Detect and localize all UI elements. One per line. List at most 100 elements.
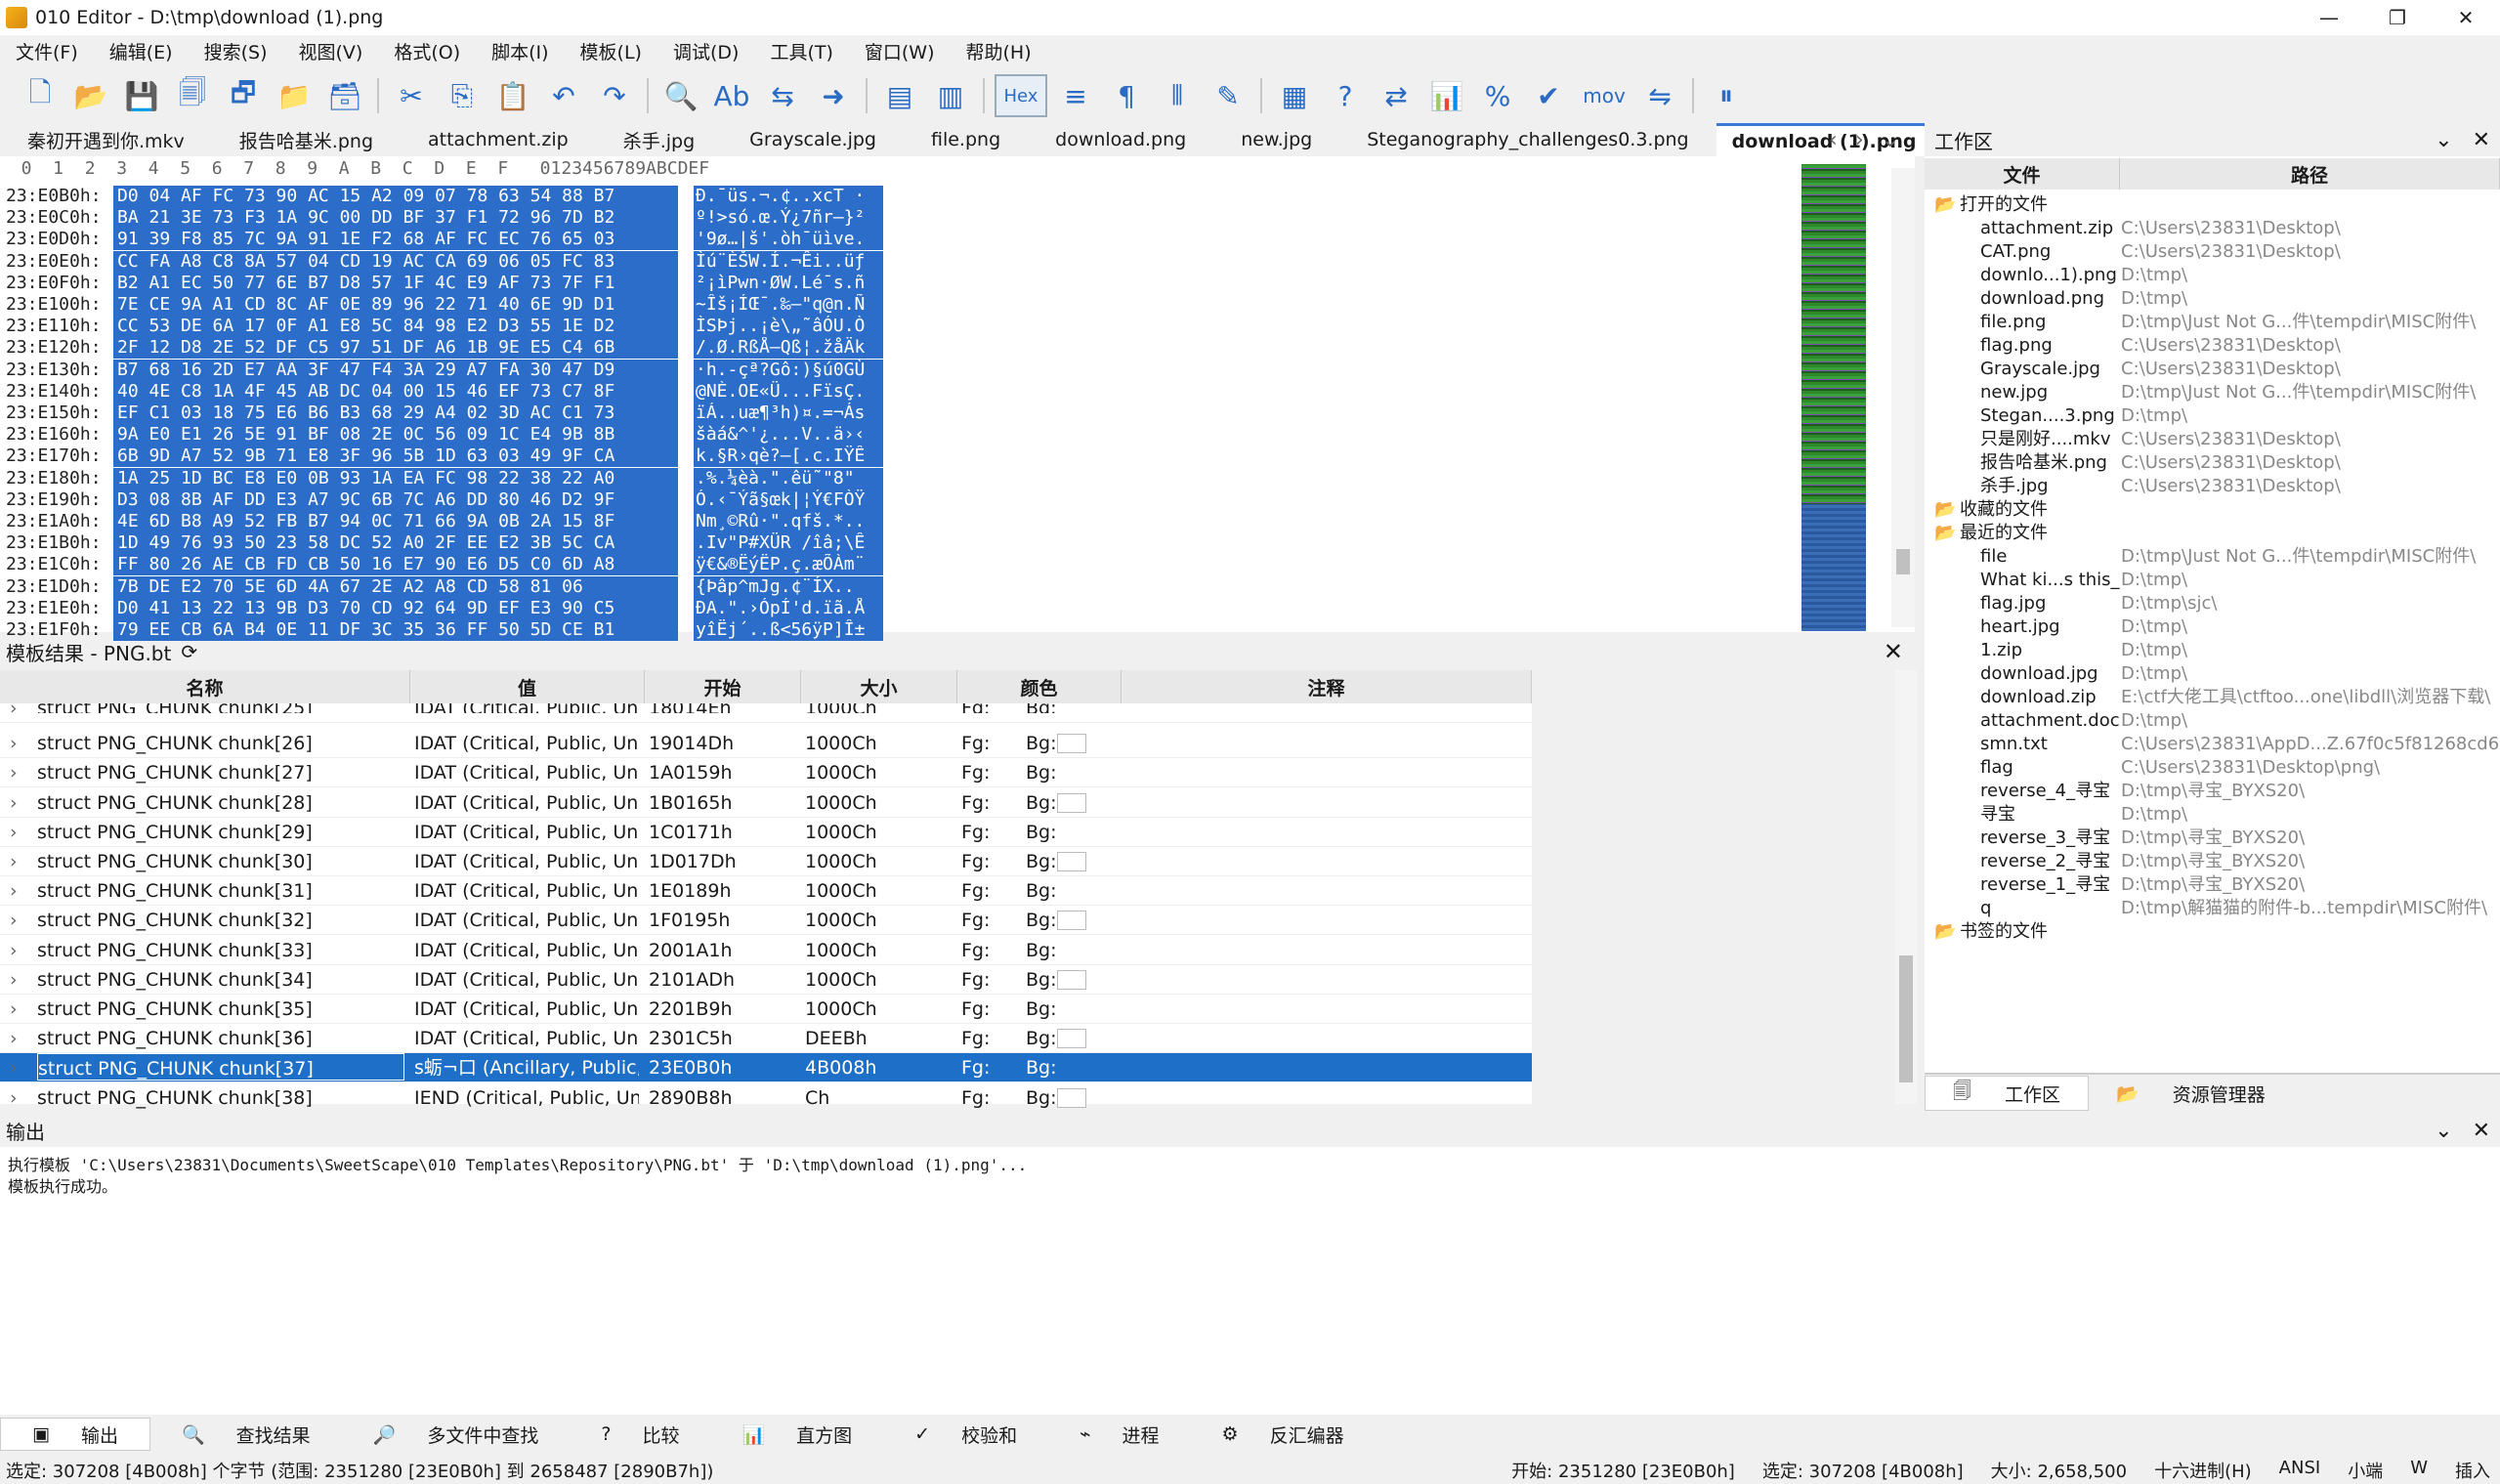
- hex-bytes[interactable]: 1D 49 76 93 50 23 58 DC 52 A0 2F EE E2 3…: [113, 532, 678, 555]
- status-mode[interactable]: 十六进制(H): [2154, 1458, 2252, 1483]
- refresh-icon[interactable]: ⟳: [181, 640, 197, 663]
- workspace-file-item[interactable]: downlo...1).png D:\tmp\: [1925, 264, 2500, 287]
- bg-color-swatch[interactable]: [1057, 911, 1086, 931]
- menu-item[interactable]: 工具(T): [754, 38, 848, 64]
- tab-file[interactable]: 秦初开遇到你.mkv: [0, 123, 212, 156]
- template-row[interactable]: › struct PNG_CHUNK chunk[27] IDAT (Critica…: [0, 758, 1532, 788]
- workspace-file-item[interactable]: smn.txt C:\Users\23831\AppD...Z.67f0c5f81…: [1925, 733, 2500, 756]
- expand-chevron-icon[interactable]: ›: [10, 906, 18, 935]
- workspace-file-item[interactable]: flag.png C:\Users\23831\Desktop\: [1925, 334, 2500, 358]
- tab-workspace[interactable]: 🗐 工作区: [1925, 1076, 2090, 1111]
- bottom-tab[interactable]: ▣ 输出: [0, 1418, 150, 1451]
- bottom-tab[interactable]: ⌁ 进程: [1048, 1418, 1190, 1451]
- tab-file[interactable]: Steganography_challenges0.3.png: [1339, 123, 1716, 156]
- hex-bytes[interactable]: 7E CE 9A A1 CD 8C AF 0E 89 96 22 71 40 6…: [113, 294, 678, 316]
- calculator-icon[interactable]: ▦: [1272, 73, 1317, 118]
- save-icon[interactable]: 💾: [119, 73, 164, 118]
- expand-chevron-icon[interactable]: ›: [10, 818, 18, 847]
- workspace-file-item[interactable]: attachment.zip C:\Users\23831\Desktop\: [1925, 217, 2500, 240]
- hex-ascii[interactable]: @NÈ.OE«Ü...FïsÇ.: [694, 380, 883, 403]
- tab-next-icon[interactable]: ›: [1855, 128, 1864, 152]
- tab-file[interactable]: download.png: [1028, 123, 1213, 156]
- hex-bytes[interactable]: CC FA A8 C8 8A 57 04 CD 19 AC CA 69 06 0…: [113, 250, 678, 273]
- bottom-tab[interactable]: 🔍 查找结果: [150, 1418, 342, 1451]
- hex-ascii[interactable]: ÌSÞj..¡è\„˜âÓU.Ò: [694, 316, 883, 338]
- workspace-file-item[interactable]: 1.zip D:\tmp\: [1925, 639, 2500, 662]
- expand-chevron-icon[interactable]: ›: [10, 1083, 18, 1113]
- template-row[interactable]: › struct PNG_CHUNK chunk[36] IDAT (Critica…: [0, 1024, 1532, 1054]
- run-script-icon[interactable]: ▤: [877, 73, 922, 118]
- expand-chevron-icon[interactable]: ›: [10, 1024, 18, 1053]
- tab-file[interactable]: new.jpg: [1213, 123, 1339, 156]
- minimize-button[interactable]: —: [2295, 0, 2363, 35]
- hex-bytes[interactable]: 6B 9D A7 52 9B 71 E8 3F 96 5B 1D 63 03 4…: [113, 445, 678, 468]
- workspace-group-open[interactable]: 📂 打开的文件: [1925, 193, 2500, 217]
- hex-ascii[interactable]: ·h.-çª?Gô:)§ú0GÙ: [694, 359, 883, 381]
- hex-ascii[interactable]: Ð.¯üs.¬.¢..xcT ·: [694, 186, 883, 207]
- workspace-file-item[interactable]: file D:\tmp\Just Not G...件\tempdir\MISC附件…: [1925, 545, 2500, 569]
- workspace-file-item[interactable]: CAT.png C:\Users\23831\Desktop\: [1925, 240, 2500, 264]
- workspace-file-item[interactable]: 报告哈基米.png C:\Users\23831\Desktop\: [1925, 451, 2500, 475]
- hex-ascii[interactable]: Ó.‹¯Ýã§œk|¦Ý€FÒŸ: [694, 488, 883, 511]
- text-mode-icon[interactable]: ≡: [1053, 73, 1098, 118]
- hex-ascii[interactable]: ²¡ìPwn·ØW.Lé¯s.ñ: [694, 272, 883, 294]
- hex-scrollbar[interactable]: [1891, 168, 1915, 627]
- template-row[interactable]: › struct PNG_CHUNK chunk[38] IEND (Critica…: [0, 1083, 1532, 1113]
- hex-ascii[interactable]: ïÁ..uæ¶³h)¤.=¬Ás: [694, 403, 883, 424]
- template-row[interactable]: › struct PNG_CHUNK chunk[29] IDAT (Critica…: [0, 818, 1532, 847]
- workspace-menu-icon[interactable]: ⌄: [2435, 128, 2452, 152]
- hex-ascii[interactable]: ÿ€&®ËýËP.ç.æÕÀm¨: [694, 554, 883, 576]
- goto-icon[interactable]: ➜: [811, 73, 856, 118]
- menu-item[interactable]: 文件(F): [0, 38, 94, 64]
- status-encoding[interactable]: ANSI: [2279, 1458, 2321, 1483]
- open-file-icon[interactable]: 📂: [68, 73, 113, 118]
- template-row[interactable]: › struct PNG_CHUNK chunk[33] IDAT (Critica…: [0, 936, 1532, 965]
- hex-bytes[interactable]: B7 68 16 2D E7 AA 3F 47 F4 3A 29 A7 FA 3…: [113, 359, 678, 381]
- menu-item[interactable]: 窗口(W): [849, 38, 951, 64]
- hex-bytes[interactable]: 91 39 F8 85 7C 9A 91 1E F2 68 AF FC EC 7…: [113, 229, 678, 251]
- hex-bytes[interactable]: FF 80 26 AE CB FD CB 50 16 E7 90 E6 D5 C…: [113, 554, 678, 576]
- expand-chevron-icon[interactable]: ›: [10, 995, 18, 1024]
- hex-bytes[interactable]: BA 21 3E 73 F3 1A 9C 00 DD BF 37 F1 72 9…: [113, 207, 678, 230]
- tab-prev-icon[interactable]: ‹: [1829, 128, 1838, 152]
- bg-color-swatch[interactable]: [1057, 792, 1086, 813]
- hex-ascii[interactable]: Ìú¨ÈŠW.Í.¬Êi..üƒ: [694, 250, 883, 273]
- bg-color-swatch[interactable]: [1057, 969, 1086, 990]
- bg-color-swatch[interactable]: [1057, 1029, 1086, 1049]
- expand-chevron-icon[interactable]: ›: [10, 729, 18, 758]
- base-convert-icon[interactable]: ⇋: [1637, 73, 1682, 118]
- menu-item[interactable]: 格式(O): [378, 38, 476, 64]
- expand-chevron-icon[interactable]: ›: [10, 965, 18, 995]
- hex-bytes[interactable]: 4E 6D B8 A9 52 FB B7 94 0C 71 66 9A 0B 2…: [113, 511, 678, 532]
- expand-chevron-icon[interactable]: ›: [10, 703, 18, 713]
- workspace-file-item[interactable]: download.jpg D:\tmp\: [1925, 662, 2500, 686]
- hex-ascii[interactable]: k.§R›qè?–[.c.IŸÊ: [694, 445, 883, 468]
- template-row[interactable]: › struct PNG_CHUNK chunk[28] IDAT (Critica…: [0, 788, 1532, 818]
- new-file-icon[interactable]: 🗋: [18, 73, 63, 118]
- workspace-file-item[interactable]: download.zip E:\ctf大佬工具\ctftoo...one\libd…: [1925, 686, 2500, 709]
- checksum-icon[interactable]: ✔: [1526, 73, 1571, 118]
- template-col-header[interactable]: 大小: [801, 670, 957, 703]
- open-folder-icon[interactable]: 📁: [272, 73, 317, 118]
- mov-button[interactable]: mov: [1577, 73, 1631, 118]
- tab-file[interactable]: 杀手.jpg: [596, 123, 722, 156]
- template-col-header[interactable]: 名称: [0, 670, 410, 703]
- template-col-header[interactable]: 开始: [645, 670, 801, 703]
- bottom-tab[interactable]: ⚙ 反汇编器: [1191, 1418, 1376, 1451]
- workspace-file-item[interactable]: 只是刚好....mkv C:\Users\23831\Desktop\: [1925, 428, 2500, 451]
- menu-item[interactable]: 帮助(H): [951, 38, 1047, 64]
- template-scrollbar[interactable]: [1895, 670, 1917, 1104]
- redo-icon[interactable]: ↷: [592, 73, 637, 118]
- ws-col-file[interactable]: 文件: [1925, 158, 2120, 190]
- workspace-file-item[interactable]: q D:\tmp\解猫猫的附件-b...tempdir\MISC附件\: [1925, 897, 2500, 920]
- find-icon[interactable]: 🔍: [658, 73, 703, 118]
- cut-icon[interactable]: ✂: [389, 73, 434, 118]
- hex-ascii[interactable]: Nm¸©Rû·".qfš.*..: [694, 511, 883, 532]
- tab-file[interactable]: attachment.zip: [401, 123, 596, 156]
- hex-bytes[interactable]: D0 04 AF FC 73 90 AC 15 A2 09 07 78 63 5…: [113, 186, 678, 207]
- status-insert[interactable]: 插入: [2455, 1458, 2490, 1483]
- hex-mode-button[interactable]: Hex: [995, 74, 1047, 117]
- tab-list-icon[interactable]: ⌄: [1882, 128, 1899, 152]
- close-template-icon[interactable]: ✕: [1884, 638, 1903, 665]
- show-whitespace-icon[interactable]: ¶: [1104, 73, 1149, 118]
